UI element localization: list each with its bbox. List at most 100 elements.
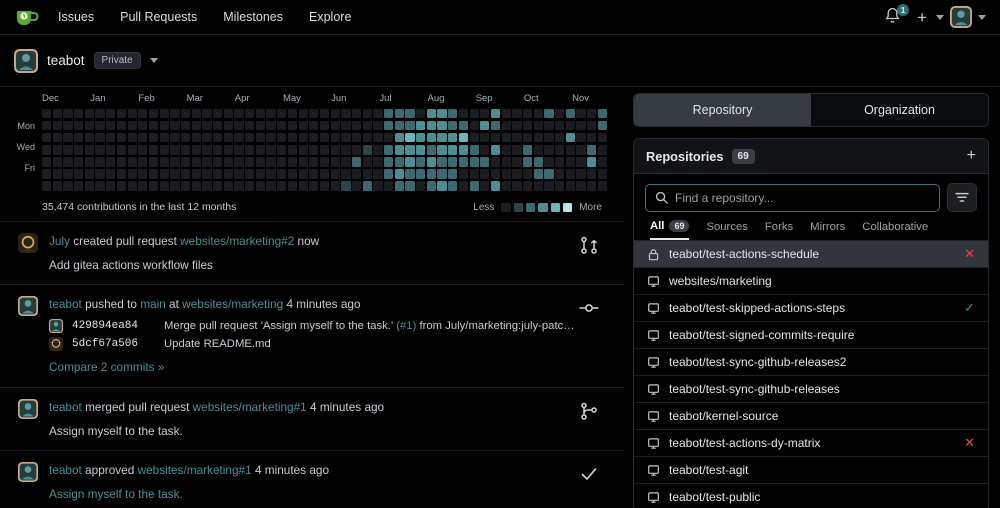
- heatmap-cell[interactable]: [394, 121, 404, 131]
- heatmap-cell[interactable]: [512, 133, 522, 143]
- heatmap-cell[interactable]: [480, 109, 490, 119]
- heatmap-cell[interactable]: [202, 133, 212, 143]
- heatmap-cell[interactable]: [148, 181, 159, 191]
- heatmap-cell[interactable]: [223, 121, 233, 131]
- heatmap-cell[interactable]: [74, 169, 84, 179]
- gitea-teacup-logo[interactable]: [14, 6, 40, 28]
- heatmap-cell[interactable]: [266, 145, 276, 155]
- heatmap-cell[interactable]: [170, 145, 180, 155]
- heatmap-cell[interactable]: [170, 157, 180, 167]
- heatmap-cell[interactable]: [159, 133, 169, 143]
- heatmap-cell[interactable]: [597, 121, 608, 131]
- heatmap-cell[interactable]: [373, 181, 383, 191]
- heatmap-cell[interactable]: [287, 169, 298, 179]
- heatmap-cell[interactable]: [565, 169, 575, 179]
- heatmap-cell[interactable]: [245, 169, 255, 179]
- heatmap-cell[interactable]: [234, 157, 244, 167]
- heatmap-cell[interactable]: [255, 157, 266, 167]
- heatmap-cell[interactable]: [458, 121, 469, 131]
- heatmap-cell[interactable]: [298, 169, 308, 179]
- heatmap-cell[interactable]: [587, 169, 597, 179]
- heatmap-cell[interactable]: [501, 169, 511, 179]
- heatmap-cell[interactable]: [565, 181, 575, 191]
- heatmap-cell[interactable]: [533, 169, 543, 179]
- heatmap-cell[interactable]: [213, 145, 223, 155]
- heatmap-cell[interactable]: [95, 181, 105, 191]
- heatmap-cell[interactable]: [501, 109, 511, 119]
- heatmap-cell[interactable]: [373, 169, 383, 179]
- heatmap-cell[interactable]: [277, 181, 287, 191]
- heatmap-cell[interactable]: [351, 169, 362, 179]
- heatmap-cell[interactable]: [437, 133, 447, 143]
- heatmap-cell[interactable]: [362, 109, 372, 119]
- heatmap-cell[interactable]: [469, 109, 479, 119]
- heatmap-cell[interactable]: [213, 181, 223, 191]
- nav-link-explore[interactable]: Explore: [309, 10, 351, 24]
- heatmap-cell[interactable]: [116, 181, 127, 191]
- heatmap-cell[interactable]: [213, 133, 223, 143]
- heatmap-cell[interactable]: [309, 109, 319, 119]
- search-box[interactable]: [645, 183, 940, 212]
- heatmap-cell[interactable]: [223, 145, 233, 155]
- heatmap-cell[interactable]: [384, 181, 394, 191]
- heatmap-cell[interactable]: [309, 181, 319, 191]
- repository-list-item[interactable]: teabot/test-signed-commits-require: [634, 322, 988, 349]
- heatmap-cell[interactable]: [42, 145, 52, 155]
- heatmap-cell[interactable]: [159, 157, 169, 167]
- heatmap-cell[interactable]: [544, 109, 554, 119]
- repository-list-item[interactable]: teabot/test-sync-github-releases: [634, 376, 988, 403]
- filter-tab-all[interactable]: All 69: [650, 220, 690, 240]
- filter-tab-mirrors[interactable]: Mirrors: [810, 221, 845, 239]
- heatmap-cell[interactable]: [191, 145, 201, 155]
- commit-row[interactable]: 5dcf67a506 Update README.md: [49, 337, 576, 352]
- heatmap-cell[interactable]: [266, 109, 276, 119]
- heatmap-cell[interactable]: [138, 133, 148, 143]
- heatmap-cell[interactable]: [597, 133, 608, 143]
- heatmap-cell[interactable]: [180, 181, 191, 191]
- repository-list-item[interactable]: teabot/test-actions-schedule ✕: [634, 241, 988, 268]
- heatmap-cell[interactable]: [405, 109, 415, 119]
- heatmap-cell[interactable]: [63, 169, 73, 179]
- heatmap-cell[interactable]: [180, 121, 191, 131]
- heatmap-cell[interactable]: [138, 157, 148, 167]
- heatmap-cell[interactable]: [501, 133, 511, 143]
- heatmap-cell[interactable]: [351, 157, 362, 167]
- heatmap-cell[interactable]: [341, 133, 351, 143]
- heatmap-cell[interactable]: [405, 169, 415, 179]
- heatmap-cell[interactable]: [458, 181, 469, 191]
- heatmap-cell[interactable]: [426, 109, 437, 119]
- heatmap-cell[interactable]: [426, 145, 437, 155]
- heatmap-cell[interactable]: [84, 157, 95, 167]
- heatmap-cell[interactable]: [42, 157, 52, 167]
- nav-link-milestones[interactable]: Milestones: [223, 10, 283, 24]
- heatmap-cell[interactable]: [351, 145, 362, 155]
- heatmap-cell[interactable]: [95, 121, 105, 131]
- heatmap-cell[interactable]: [341, 169, 351, 179]
- heatmap-cell[interactable]: [597, 145, 608, 155]
- heatmap-cell[interactable]: [255, 181, 266, 191]
- heatmap-cell[interactable]: [191, 181, 201, 191]
- heatmap-cell[interactable]: [522, 145, 533, 155]
- heatmap-cell[interactable]: [587, 109, 597, 119]
- heatmap-cell[interactable]: [42, 109, 52, 119]
- account-avatar[interactable]: [14, 48, 38, 73]
- heatmap-cell[interactable]: [544, 121, 554, 131]
- heatmap-cell[interactable]: [405, 145, 415, 155]
- heatmap-cell[interactable]: [127, 121, 137, 131]
- heatmap-cell[interactable]: [501, 157, 511, 167]
- heatmap-cell[interactable]: [522, 157, 533, 167]
- heatmap-cell[interactable]: [437, 169, 447, 179]
- heatmap-cell[interactable]: [480, 121, 490, 131]
- heatmap-cell[interactable]: [84, 133, 95, 143]
- heatmap-cell[interactable]: [298, 157, 308, 167]
- heatmap-cell[interactable]: [202, 181, 212, 191]
- heatmap-cell[interactable]: [437, 181, 447, 191]
- heatmap-cell[interactable]: [255, 169, 266, 179]
- create-new-button[interactable]: +: [914, 9, 930, 26]
- teabot-avatar[interactable]: [49, 319, 63, 334]
- heatmap-cell[interactable]: [416, 121, 426, 131]
- heatmap-cell[interactable]: [490, 181, 501, 191]
- heatmap-cell[interactable]: [84, 109, 95, 119]
- heatmap-cell[interactable]: [426, 133, 437, 143]
- heatmap-cell[interactable]: [95, 145, 105, 155]
